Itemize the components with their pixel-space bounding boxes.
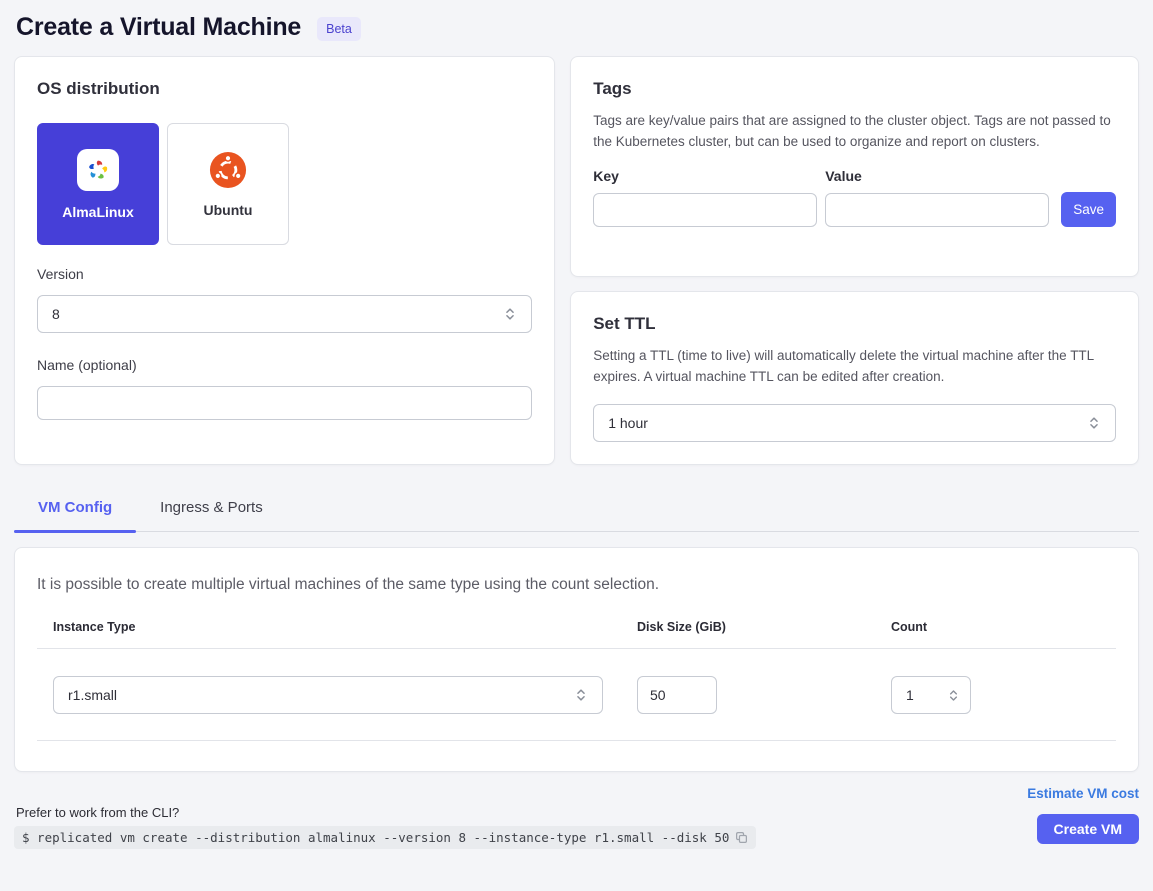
tags-card: Tags Tags are key/value pairs that are a… [570,56,1139,277]
count-cell: 1 [875,676,1116,714]
tag-key-label: Key [593,168,817,184]
right-column: Tags Tags are key/value pairs that are a… [570,56,1139,465]
ttl-select[interactable]: 1 hour [593,404,1116,442]
instance-type-select[interactable]: r1.small [53,676,603,714]
version-select[interactable]: 8 [37,295,532,333]
cli-section: Prefer to work from the CLI? $ replicate… [14,805,756,849]
set-ttl-card: Set TTL Setting a TTL (time to live) wil… [570,291,1139,465]
cli-command-text: $ replicated vm create --distribution al… [22,830,729,845]
cli-command-box: $ replicated vm create --distribution al… [14,826,756,849]
column-disk-size: Disk Size (GiB) [621,620,875,648]
page-footer: Prefer to work from the CLI? $ replicate… [14,786,1139,849]
copy-icon[interactable] [735,831,748,844]
tag-value-label: Value [825,168,1049,184]
version-select-value: 8 [52,306,60,322]
ttl-card-description: Setting a TTL (time to live) will automa… [593,346,1116,387]
beta-badge: Beta [317,17,361,41]
count-value: 1 [906,687,914,703]
vm-config-card: It is possible to create multiple virtua… [14,547,1139,772]
vm-name-input[interactable] [37,386,532,420]
os-tile-ubuntu[interactable]: Ubuntu [167,123,289,245]
os-tile-ubuntu-label: Ubuntu [204,202,253,218]
vm-table: Instance Type Disk Size (GiB) Count r1.s… [37,620,1116,741]
vm-table-header: Instance Type Disk Size (GiB) Count [37,620,1116,648]
chevron-updown-icon [947,689,960,702]
version-label: Version [37,266,532,282]
config-tabs: VM Config Ingress & Ports [14,486,1139,532]
footer-actions: Estimate VM cost Create VM [1027,786,1139,849]
page-title: Create a Virtual Machine [16,13,301,42]
os-card-title: OS distribution [37,79,532,99]
column-count: Count [875,620,1116,648]
ttl-card-title: Set TTL [593,314,1116,334]
tag-key-group: Key [593,168,817,227]
tag-value-input[interactable] [825,193,1049,227]
cli-label: Prefer to work from the CLI? [14,805,756,820]
tags-card-description: Tags are key/value pairs that are assign… [593,111,1116,152]
instance-type-value: r1.small [68,687,117,703]
tag-value-group: Value [825,168,1049,227]
page-header: Create a Virtual Machine Beta [14,0,1139,56]
create-vm-page: Create a Virtual Machine Beta OS distrib… [0,0,1153,849]
tab-ingress-ports[interactable]: Ingress & Ports [136,486,287,531]
chevron-updown-icon [503,307,517,321]
tags-card-title: Tags [593,79,1116,99]
ttl-select-value: 1 hour [608,415,648,431]
create-vm-button[interactable]: Create VM [1037,814,1139,844]
ubuntu-icon [209,151,247,189]
os-tiles: AlmaLinux Ubuntu [37,123,532,245]
chevron-updown-icon [1087,416,1101,430]
save-tag-button[interactable]: Save [1061,192,1116,227]
vm-config-description: It is possible to create multiple virtua… [37,576,1116,594]
os-tile-almalinux[interactable]: AlmaLinux [37,123,159,245]
vm-name-label: Name (optional) [37,357,532,373]
estimate-vm-cost-link[interactable]: Estimate VM cost [1027,786,1139,801]
tags-form: Key Value Save [593,168,1116,227]
disk-size-input[interactable] [637,676,717,714]
disk-size-cell [621,676,875,714]
top-cards-row: OS distribution [14,56,1139,465]
instance-type-cell: r1.small [37,676,621,714]
os-distribution-card: OS distribution [14,56,555,465]
tab-vm-config[interactable]: VM Config [14,486,136,531]
chevron-updown-icon [574,688,588,702]
almalinux-icon [77,149,119,191]
column-instance-type: Instance Type [37,620,621,648]
table-row: r1.small 1 [37,648,1116,741]
os-tile-almalinux-label: AlmaLinux [62,204,134,220]
tag-key-input[interactable] [593,193,817,227]
count-stepper[interactable]: 1 [891,676,971,714]
